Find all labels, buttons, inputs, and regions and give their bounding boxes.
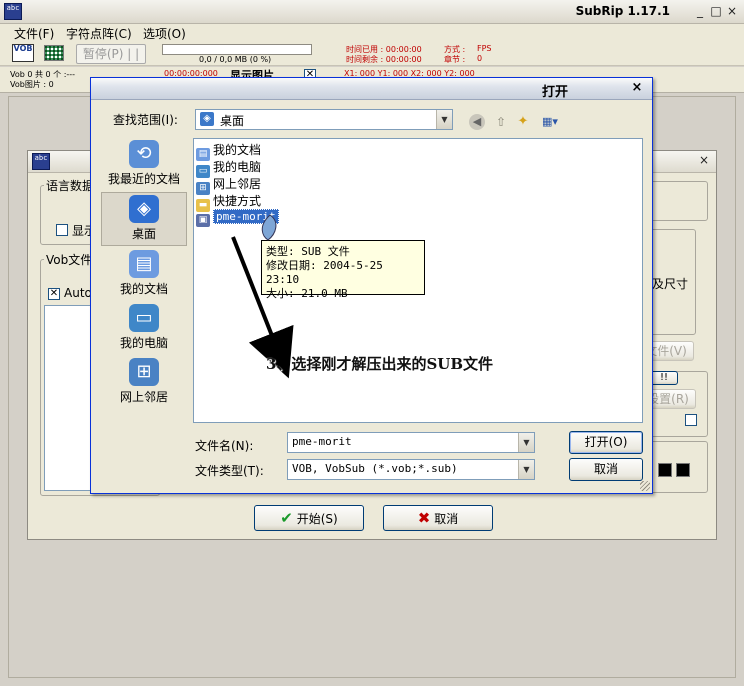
cursor-drop-icon xyxy=(261,214,277,241)
annotation-arrow xyxy=(231,214,294,379)
instruction-annotation: 3、选择刚才解压出来的SUB文件 xyxy=(266,355,494,373)
